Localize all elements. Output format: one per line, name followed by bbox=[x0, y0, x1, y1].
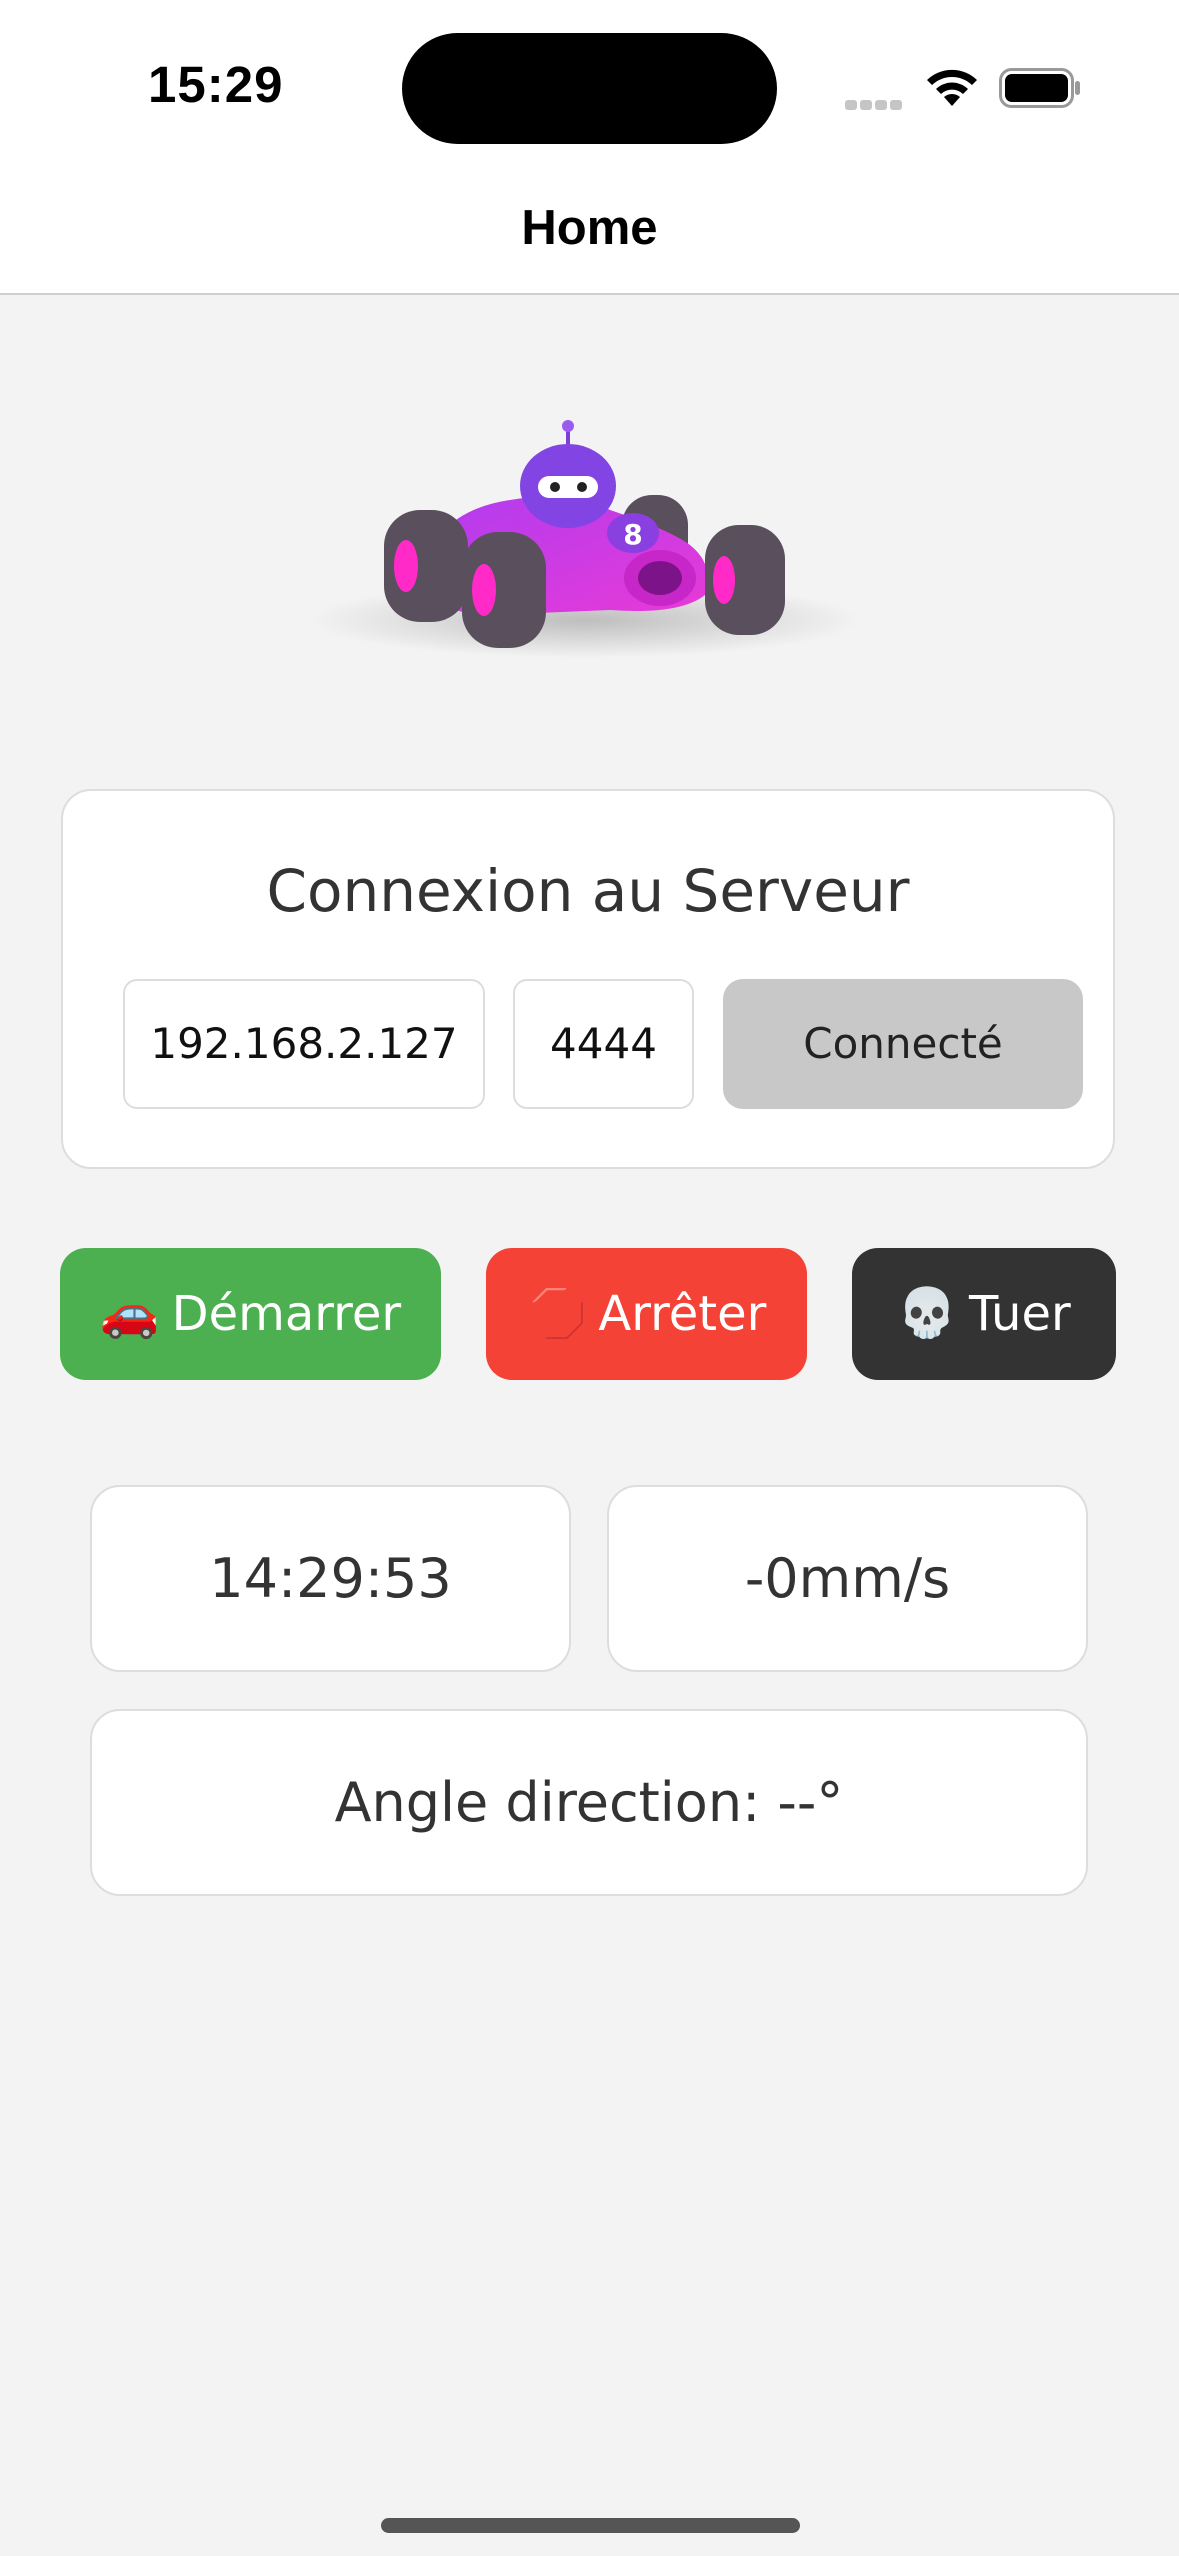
server-connection-card: Connexion au Serveur 192.168.2.127 4444 … bbox=[61, 789, 1115, 1169]
stop-sign-icon: 🛑 bbox=[526, 1285, 587, 1341]
page-title: Home bbox=[521, 201, 658, 255]
start-button[interactable]: 🚗 Démarrer bbox=[60, 1248, 441, 1380]
battery-icon bbox=[999, 68, 1080, 108]
car-icon: 🚗 bbox=[99, 1285, 160, 1341]
steering-angle-display: Angle direction: --° bbox=[90, 1709, 1088, 1896]
time-display: 14:29:53 bbox=[90, 1485, 571, 1672]
connect-button[interactable]: Connecté bbox=[723, 979, 1083, 1109]
kill-button[interactable]: 💀 Tuer bbox=[852, 1248, 1116, 1380]
card-title: Connexion au Serveur bbox=[266, 857, 910, 925]
navigation-bar: Home bbox=[0, 170, 1179, 295]
status-bar: 15:29 bbox=[0, 0, 1179, 170]
stop-button[interactable]: 🛑 Arrêter bbox=[486, 1248, 807, 1380]
home-indicator[interactable] bbox=[381, 2518, 800, 2533]
status-time: 15:29 bbox=[148, 56, 284, 113]
dynamic-island bbox=[402, 33, 777, 144]
start-button-label: Démarrer bbox=[171, 1286, 402, 1342]
wifi-icon bbox=[927, 69, 977, 106]
car-number: 8 bbox=[623, 518, 642, 551]
cellular-signal-icon bbox=[845, 95, 905, 110]
speed-display: -0mm/s bbox=[607, 1485, 1088, 1672]
kill-button-label: Tuer bbox=[969, 1286, 1071, 1342]
race-car-illustration: 8 bbox=[310, 420, 860, 658]
skull-icon: 💀 bbox=[897, 1285, 958, 1341]
stop-button-label: Arrêter bbox=[598, 1286, 767, 1342]
port-input[interactable]: 4444 bbox=[513, 979, 694, 1109]
ip-address-input[interactable]: 192.168.2.127 bbox=[123, 979, 485, 1109]
